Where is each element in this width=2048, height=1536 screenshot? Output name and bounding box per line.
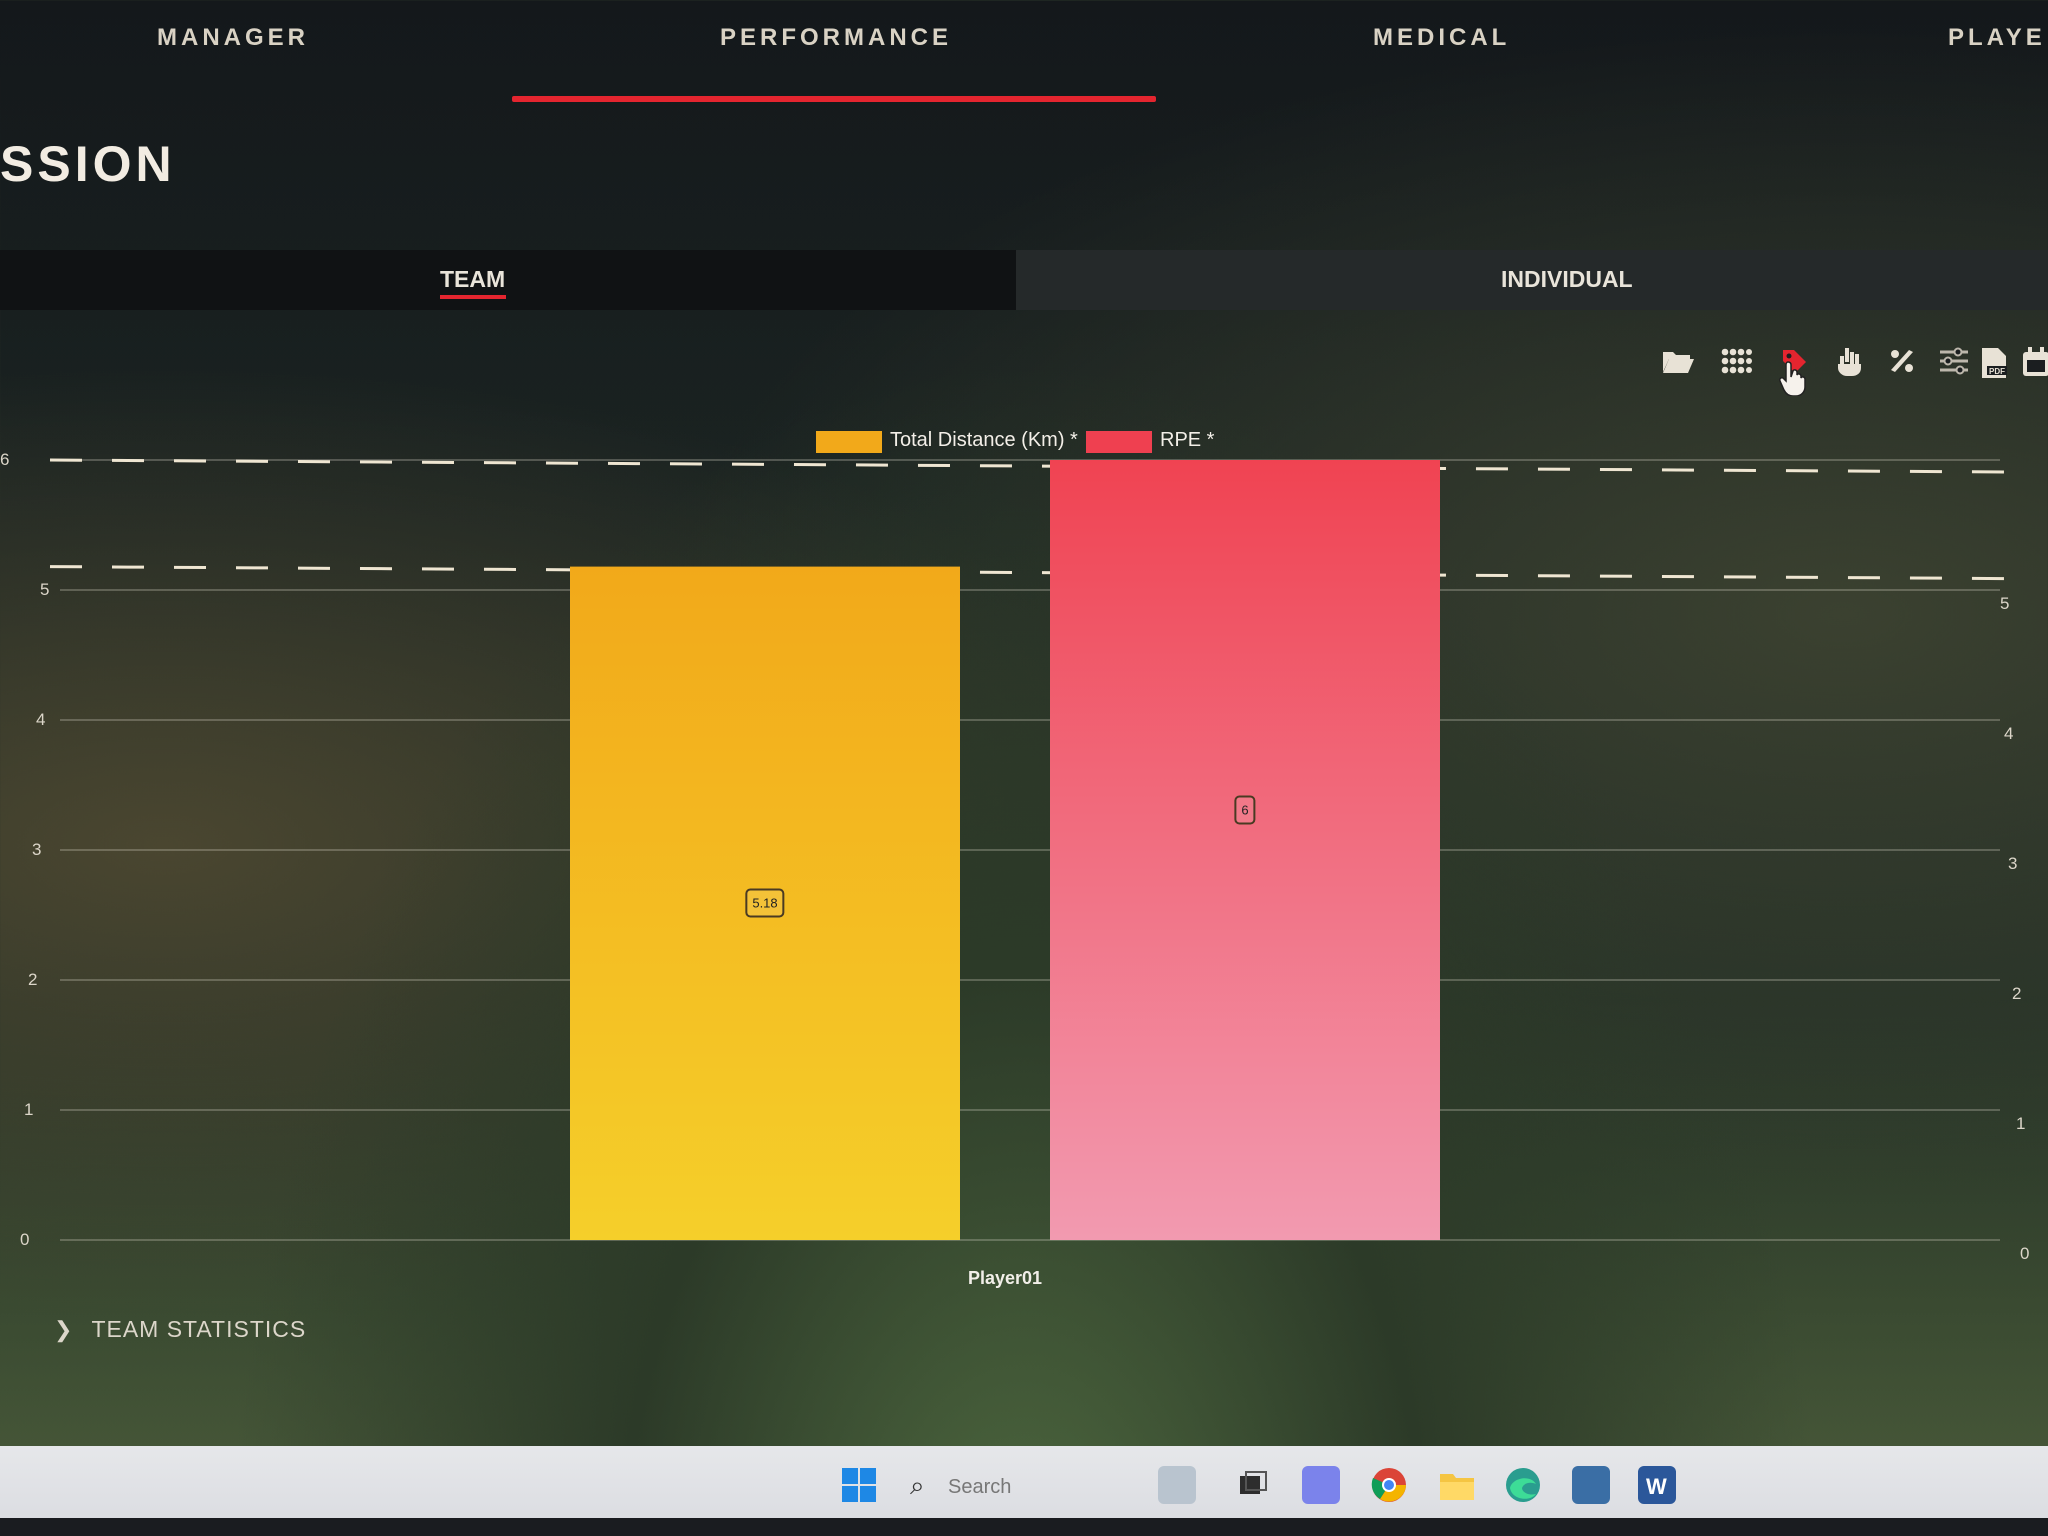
y-axis-right-tick: 1 xyxy=(2016,1114,2026,1133)
nav-item-players[interactable]: PLAYE xyxy=(1948,24,2046,52)
tab-active-indicator xyxy=(440,295,506,299)
y-axis-right-tick: 5 xyxy=(2000,594,2010,613)
task-view-icon[interactable] xyxy=(1234,1466,1272,1504)
taskbar-search-placeholder: Search xyxy=(948,1476,1012,1498)
edge-icon[interactable] xyxy=(1504,1466,1542,1504)
tab-individual-label: INDIVIDUAL xyxy=(1501,266,1633,292)
y-axis-left-tick: 6 xyxy=(0,450,10,469)
tab-team[interactable]: TEAM xyxy=(0,250,1016,310)
bar-data-label: 6 xyxy=(1234,795,1256,825)
reference-line-distance xyxy=(49,565,2011,581)
y-axis-left-tick: 4 xyxy=(36,710,46,729)
team-statistics-toggle[interactable]: ❯ TEAM STATISTICS xyxy=(54,1316,306,1343)
y-axis-left-tick: 2 xyxy=(28,970,38,989)
percent-icon[interactable] xyxy=(1884,346,1920,382)
word-icon[interactable]: W xyxy=(1638,1466,1676,1504)
mouse-pointer-icon xyxy=(1778,360,1808,405)
filter-sliders-icon[interactable] xyxy=(1936,346,1972,382)
file-explorer-icon[interactable] xyxy=(1438,1466,1476,1504)
taskbar-search[interactable]: ⌕ Search xyxy=(906,1470,1136,1506)
active-nav-indicator xyxy=(512,96,1156,102)
taskbar-edge xyxy=(0,1518,2048,1536)
reference-line-rpe xyxy=(49,458,2011,474)
tab-team-label: TEAM xyxy=(440,266,506,292)
windows-start-icon[interactable] xyxy=(840,1466,878,1504)
calendar-icon[interactable] xyxy=(2018,346,2048,382)
nav-item-manager[interactable]: MANAGER xyxy=(157,24,309,52)
y-axis-right-tick: 4 xyxy=(2004,724,2014,743)
page-title: SSION xyxy=(0,136,176,192)
y-axis-left-tick: 5 xyxy=(40,580,50,599)
y-axis-right-tick: 2 xyxy=(2012,984,2022,1003)
team-statistics-label: TEAM STATISTICS xyxy=(91,1316,307,1342)
chrome-icon[interactable] xyxy=(1370,1466,1408,1504)
tab-individual[interactable]: INDIVIDUAL xyxy=(1016,250,2048,310)
svg-text:W: W xyxy=(1646,1474,1667,1499)
folder-open-icon[interactable] xyxy=(1660,346,1696,382)
chevron-right-icon: ❯ xyxy=(54,1317,74,1342)
search-icon: ⌕ xyxy=(910,1470,925,1500)
y-axis-left-tick: 3 xyxy=(32,840,42,859)
y-axis-right-tick: 3 xyxy=(2008,854,2018,873)
store-icon[interactable] xyxy=(1572,1466,1610,1504)
widgets-icon[interactable] xyxy=(1158,1466,1196,1504)
y-axis-left-tick: 1 xyxy=(24,1100,34,1119)
view-tabs: TEAM INDIVIDUAL xyxy=(0,250,2048,310)
nav-item-performance[interactable]: PERFORMANCE xyxy=(720,24,952,52)
top-navigation: MANAGER PERFORMANCE MEDICAL PLAYE xyxy=(0,0,2048,110)
hand-pointer-icon[interactable] xyxy=(1830,346,1866,382)
nav-item-medical[interactable]: MEDICAL xyxy=(1373,24,1510,52)
bar-data-label: 5.18 xyxy=(745,888,785,918)
y-axis-right-tick: 0 xyxy=(2020,1244,2030,1263)
y-axis-left-tick: 0 xyxy=(20,1230,30,1249)
performance-bar-chart: 0 1 2 3 4 5 6 0 1 2 3 4 5 5.18 6 Player01 xyxy=(0,440,2048,1310)
svg-text:PDF: PDF xyxy=(1989,367,2005,376)
x-axis-category-label: Player01 xyxy=(967,1268,1043,1288)
os-taskbar: ⌕ Search W xyxy=(0,1446,2048,1536)
grid-icon[interactable] xyxy=(1718,346,1754,382)
teams-icon[interactable] xyxy=(1302,1466,1340,1504)
chart-canvas xyxy=(49,458,2011,1241)
pdf-icon[interactable]: PDF xyxy=(1976,346,2012,382)
bar-rpe xyxy=(1050,460,1440,1240)
